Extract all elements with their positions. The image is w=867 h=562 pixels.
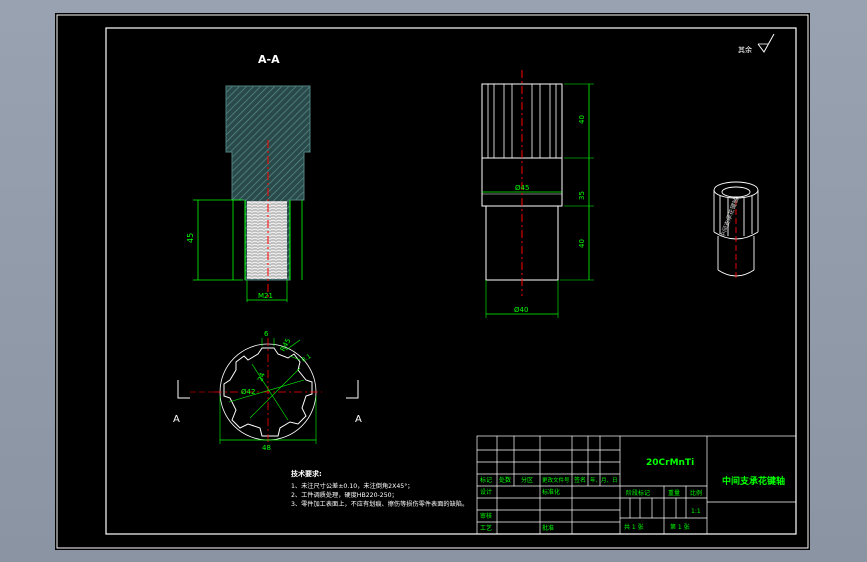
tb-h-scale: 比例 bbox=[690, 489, 702, 497]
thread-region bbox=[247, 201, 287, 279]
roughness-note: 其余 bbox=[738, 45, 752, 54]
dim-outer-dia: 48 bbox=[262, 444, 271, 452]
tb-h-design: 设计 bbox=[480, 488, 492, 496]
dim-front-bottom-dia: Ø40 bbox=[514, 306, 528, 314]
tb-h-process: 工艺 bbox=[480, 524, 492, 532]
tb-h-weight: 重量 bbox=[668, 489, 680, 497]
tb-h-std: 标准化 bbox=[542, 488, 560, 496]
dim-thread: M21 bbox=[258, 292, 273, 300]
tb-h-sign: 签名 bbox=[574, 476, 586, 484]
dim-front-mid: 35 bbox=[578, 191, 586, 200]
tb-scale-value: 1:1 bbox=[691, 508, 701, 515]
dim-front-top: 40 bbox=[578, 115, 586, 124]
tb-h-stage: 阶段标记 bbox=[626, 489, 650, 497]
tb-sheet-total: 共 1 张 bbox=[624, 523, 644, 531]
drawing-canvas[interactable] bbox=[55, 13, 810, 550]
section-label: A-A bbox=[258, 53, 280, 66]
tb-h-mark: 标记 bbox=[480, 476, 492, 484]
tb-material: 20CrMnTi bbox=[646, 458, 694, 468]
notes-line-3: 3、零件加工表面上，不应有划痕、擦伤等损伤零件表面的缺陷。 bbox=[291, 500, 468, 508]
tb-part-name: 中间支承花键轴 bbox=[722, 475, 785, 487]
notes-line-1: 1、未注尺寸公差±0.10，未注倒角2X45°； bbox=[291, 482, 413, 490]
notes-line-2: 2、工件调质处理，硬度HB220-250； bbox=[291, 491, 398, 499]
dim-section-height: 45 bbox=[186, 233, 195, 243]
tb-h-zone: 分区 bbox=[521, 476, 533, 484]
dim-front-bottom: 40 bbox=[578, 239, 586, 248]
dim-inner-dia: Ø42 bbox=[241, 388, 255, 396]
dim-spline-width: 6 bbox=[264, 330, 269, 338]
cut-mark-right: A bbox=[355, 414, 362, 425]
cut-mark-left: A bbox=[173, 414, 180, 425]
notes-title: 技术要求: bbox=[291, 469, 322, 478]
tb-h-date: 年、月、日 bbox=[590, 476, 618, 484]
tb-h-approve: 批准 bbox=[542, 524, 554, 532]
tb-h-docno: 更改文件号 bbox=[542, 476, 570, 484]
dim-front-mid-dia: Ø45 bbox=[515, 184, 529, 192]
tb-h-review: 审核 bbox=[480, 512, 492, 520]
tb-h-count: 处数 bbox=[499, 476, 511, 484]
tb-sheet-no: 第 1 张 bbox=[670, 523, 690, 531]
cad-drawing-window: A-A 45 M21 6 R45 0.1 24 Ø42 48 A A 40 35… bbox=[55, 13, 810, 550]
